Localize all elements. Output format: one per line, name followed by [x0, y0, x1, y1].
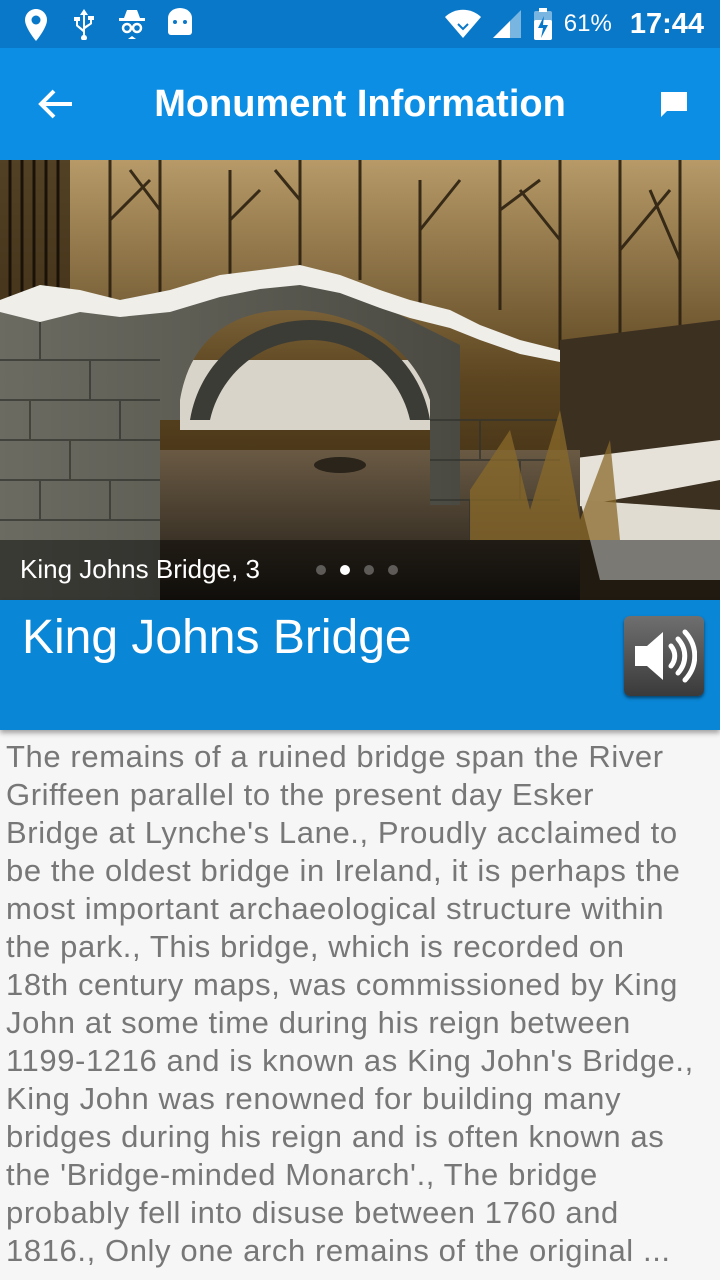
- incognito-icon: [119, 10, 145, 39]
- app-title: Monument Information: [154, 83, 566, 125]
- page-dot[interactable]: [316, 565, 326, 575]
- battery-percent: 61%: [563, 10, 612, 37]
- image-caption: King Johns Bridge, 3: [20, 554, 260, 584]
- clock: 17:44: [629, 7, 704, 40]
- monument-description: The remains of a ruined bridge span the …: [6, 739, 694, 1268]
- battery-charging-icon: [533, 8, 552, 40]
- page-dot[interactable]: [364, 565, 374, 575]
- bridge-photo: [0, 160, 720, 600]
- page-dot[interactable]: [388, 565, 398, 575]
- monument-title-panel: King Johns Bridge: [0, 600, 720, 730]
- wifi-icon: [444, 9, 481, 39]
- chat-icon: [661, 92, 687, 117]
- image-gallery[interactable]: King Johns Bridge, 3: [0, 160, 720, 600]
- usb-icon: [74, 9, 94, 40]
- monument-name: King Johns Bridge: [22, 611, 412, 664]
- page-dot-active[interactable]: [340, 565, 350, 575]
- arrow-left-icon: [38, 89, 72, 119]
- speaker-icon: [635, 629, 697, 683]
- android-icon: [168, 8, 192, 35]
- location-icon: [25, 9, 47, 41]
- page-indicator: [316, 565, 398, 575]
- app-bar: Monument Information: [0, 48, 720, 160]
- audio-button[interactable]: [624, 616, 704, 696]
- status-right-group: 61% 17:44: [444, 0, 704, 48]
- signal-icon: [492, 10, 521, 38]
- status-bar: 61% 17:44: [0, 0, 720, 48]
- back-button[interactable]: [28, 76, 84, 132]
- caption-bar: King Johns Bridge, 3: [0, 540, 720, 600]
- chat-button[interactable]: [654, 84, 694, 124]
